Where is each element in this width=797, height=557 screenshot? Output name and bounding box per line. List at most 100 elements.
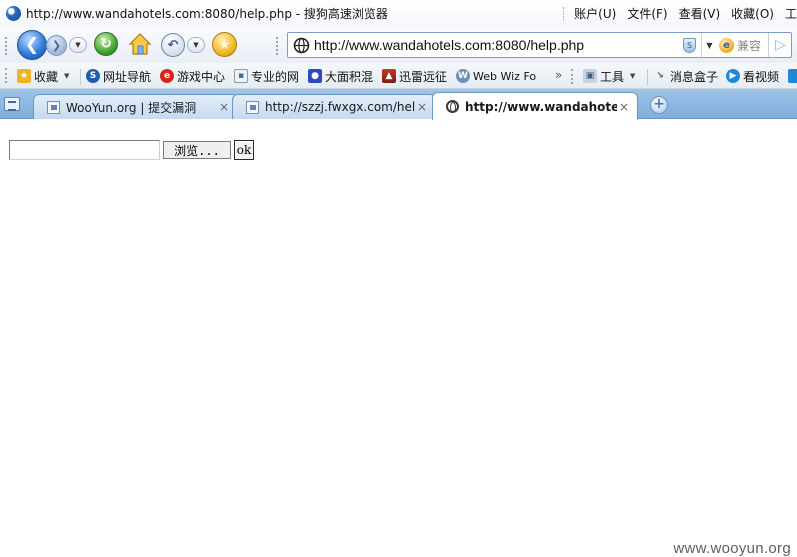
bookmark-item[interactable]: e 游戏中心 (160, 67, 225, 85)
toolbox-icon: ▣ (583, 69, 597, 83)
video-button[interactable]: ▶ 看视频 (726, 67, 779, 85)
forward-arrow-icon: ❯ (51, 39, 62, 52)
file-path-input[interactable] (9, 140, 160, 160)
globe-icon (446, 100, 459, 113)
webwiz-icon: W (456, 69, 470, 83)
message-box-label: 消息盒子 (670, 69, 719, 84)
chevron-down-icon: ▼ (630, 72, 636, 80)
refresh-button[interactable]: ↻ (94, 32, 118, 56)
message-box-icon: ↘ (656, 71, 664, 81)
tab-szzj[interactable]: http://szzj.fwxgx.com/help... × (232, 94, 436, 119)
tools-menu-button[interactable]: ▣ 工具 ▼ (583, 67, 635, 85)
undo-dropdown-button[interactable]: ▼ (187, 37, 205, 53)
toolbar-grip[interactable] (276, 37, 279, 55)
refresh-icon: ↻ (100, 36, 112, 52)
tab-close-button[interactable]: × (217, 100, 231, 114)
bookmark-label: 游戏中心 (177, 69, 226, 84)
play-arrow-icon: ▷ (775, 37, 786, 53)
toolbar-grip[interactable] (5, 37, 8, 55)
video-icon: ▶ (726, 69, 740, 83)
watermark: www.wooyun.org (673, 540, 791, 557)
toolbar-grip[interactable] (5, 68, 8, 83)
history-dropdown-button[interactable]: ▼ (69, 37, 87, 53)
menu-bar: 账户(U) 文件(F) 查看(V) 收藏(O) 工 (563, 0, 797, 27)
favorites-star-button[interactable]: ★ (212, 32, 237, 57)
menu-view[interactable]: 查看(V) (679, 5, 721, 22)
video-label: 看视频 (743, 69, 780, 84)
tools-label: 工具 (600, 69, 625, 84)
menu-favorites[interactable]: 收藏(O) (731, 5, 774, 22)
url-history-dropdown[interactable]: ▼ (701, 33, 717, 57)
ok-submit-button[interactable]: ok (234, 140, 254, 160)
chevron-down-icon: ▼ (64, 72, 70, 80)
game-center-icon: e (160, 69, 174, 83)
back-arrow-icon: ❮ (24, 35, 40, 55)
globe-icon (293, 37, 310, 54)
bookmarks-overflow-button[interactable]: » (555, 68, 562, 82)
bookmark-item[interactable]: S 网址导航 (86, 67, 151, 85)
bookmark-label: 网址导航 (103, 69, 152, 84)
menu-separator (563, 6, 566, 21)
forward-button[interactable]: ❯ (46, 35, 67, 56)
bookmark-item[interactable]: ▪ 专业的网 (234, 67, 299, 85)
compat-mode-toggle[interactable]: e 兼容 (719, 35, 767, 55)
menu-file[interactable]: 文件(F) (627, 5, 667, 22)
undo-close-tab-button[interactable]: ↶ (161, 33, 185, 57)
window-title: http://www.wandahotels.com:8080/help.php… (26, 7, 388, 21)
bookmark-label: 专业的网 (251, 69, 300, 84)
title-bar: http://www.wandahotels.com:8080/help.php… (0, 0, 797, 27)
menu-account[interactable]: 账户(U) (574, 5, 616, 22)
toolbar-grip[interactable] (571, 69, 574, 84)
chevron-down-icon: ▼ (706, 40, 713, 50)
tab-wandahotels[interactable]: http://www.wandahotel... × (432, 92, 638, 120)
bookmark-label: Web Wiz Fo (473, 69, 537, 83)
security-shield-icon[interactable]: S (683, 38, 696, 53)
go-button[interactable]: ▷ (768, 33, 792, 57)
bookmark-label: 迅雷远征 (399, 69, 448, 84)
chevron-down-icon: ▼ (75, 41, 81, 49)
bookmark-item[interactable]: ▲ 迅雷远征 (382, 67, 447, 85)
favorites-label: 收藏 (34, 69, 59, 84)
tab-bar: WooYun.org | 提交漏洞 × http://szzj.fwxgx.co… (0, 89, 797, 120)
address-bar[interactable]: http://www.wandahotels.com:8080/help.php… (287, 32, 792, 58)
back-button[interactable]: ❮ (17, 30, 47, 60)
bookmarks-bar: ★ 收藏 ▼ S 网址导航 e 游戏中心 ▪ 专业的网 ● 大面积混 ▲ 迅雷远… (0, 63, 797, 89)
undo-icon: ↶ (167, 37, 179, 53)
bookmarks-favorites-menu[interactable]: ★ 收藏 ▼ (17, 67, 69, 85)
tab-close-button[interactable]: × (415, 100, 429, 114)
tab-title: http://szzj.fwxgx.com/help... (265, 100, 415, 114)
star-icon: ★ (218, 36, 231, 53)
tab-list-button[interactable] (4, 97, 20, 111)
ie-compat-icon: e (719, 37, 734, 53)
baidu-paw-icon: ● (308, 69, 322, 83)
upload-form: 浏览... ok (9, 140, 254, 160)
menu-tools[interactable]: 工 (785, 5, 797, 22)
bookmark-item[interactable]: ● 大面积混 (308, 67, 373, 85)
browse-button[interactable]: 浏览... (163, 141, 231, 159)
folder-star-icon: ★ (17, 69, 31, 83)
page-content: 浏览... ok www.wooyun.org (0, 120, 797, 557)
xunlei-game-icon: ▲ (382, 69, 396, 83)
extension-icon (788, 69, 797, 83)
tab-close-button[interactable]: × (617, 100, 631, 114)
page-icon (47, 100, 60, 114)
sogou-nav-icon: S (86, 69, 100, 83)
bookmark-label: 大面积混 (325, 69, 374, 84)
page-icon: ▪ (234, 69, 248, 83)
navigation-toolbar: ❮ ❯ ▼ ↻ ↶ ▼ ★ http://www.wandahotels.com… (0, 27, 797, 63)
home-button[interactable] (127, 31, 153, 57)
url-input[interactable]: http://www.wandahotels.com:8080/help.php (314, 37, 584, 53)
tab-title: WooYun.org | 提交漏洞 (66, 100, 197, 115)
message-box-button[interactable]: ↘ 消息盒子 (653, 67, 718, 85)
tab-title: http://www.wandahotel... (465, 99, 617, 114)
bookmark-item[interactable]: W Web Wiz Fo (456, 67, 536, 85)
bookmark-separator (80, 69, 81, 85)
extension-button[interactable] (788, 67, 797, 85)
bookmark-separator (647, 69, 648, 85)
tab-wooyun[interactable]: WooYun.org | 提交漏洞 × (33, 94, 238, 119)
page-icon (246, 100, 259, 114)
new-tab-button[interactable]: + (650, 96, 668, 114)
compat-label: 兼容 (737, 38, 762, 53)
sogou-logo-icon (6, 6, 21, 21)
chevron-down-icon: ▼ (193, 41, 199, 49)
